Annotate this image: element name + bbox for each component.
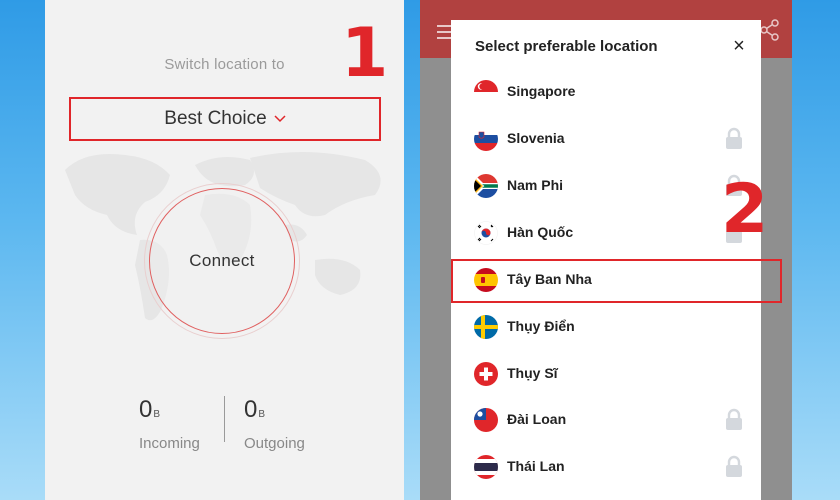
location-item-nam-phi[interactable]: Nam Phi (451, 166, 761, 206)
location-item-tay-ban-nha[interactable]: Tây Ban Nha (451, 260, 761, 300)
location-name: Slovenia (507, 130, 565, 146)
location-name: Thái Lan (507, 458, 565, 474)
spain-flag-icon (474, 268, 498, 292)
menu-icon[interactable] (437, 25, 451, 43)
location-item-thai-lan[interactable]: Thái Lan (451, 447, 761, 487)
step-marker-1: 1 (341, 14, 389, 93)
incoming-unit: B (153, 409, 161, 420)
vpn-home-screen: Switch location to Best Choice 1 Connect… (45, 0, 404, 500)
outgoing-value: 0 (244, 396, 258, 423)
location-name: Tây Ban Nha (507, 271, 592, 287)
dialog-title: Select preferable location (475, 38, 658, 55)
location-name: Nam Phi (507, 177, 564, 193)
connect-button[interactable]: Connect (144, 183, 300, 339)
lock-icon (726, 127, 742, 149)
singapore-flag-icon (474, 80, 498, 104)
outgoing-stat: 0B Outgoing (244, 396, 305, 452)
location-name: Singapore (507, 83, 576, 99)
location-picker-screen: Select preferable location × Singapore S… (420, 0, 792, 500)
slovenia-flag-icon (474, 127, 498, 151)
location-dialog: Select preferable location × Singapore S… (451, 20, 761, 500)
location-name: Thụy Sĩ (507, 365, 558, 381)
location-name: Hàn Quốc (507, 224, 574, 240)
chevron-down-icon (274, 115, 286, 123)
switzerland-flag-icon (474, 362, 498, 386)
outgoing-unit: B (258, 409, 266, 420)
location-name: Đài Loan (507, 411, 567, 427)
close-icon[interactable]: × (729, 36, 749, 56)
connect-label: Connect (189, 251, 255, 270)
step-marker-2: 2 (721, 170, 769, 249)
south-africa-flag-icon (474, 174, 498, 198)
outgoing-label: Outgoing (244, 435, 305, 452)
location-item-thuy-si[interactable]: Thụy Sĩ (451, 354, 761, 394)
location-selector-value: Best Choice (164, 108, 267, 129)
location-item-singapore[interactable]: Singapore (451, 72, 761, 112)
thailand-flag-icon (474, 455, 498, 479)
incoming-stat: 0B Incoming (139, 396, 200, 452)
location-name: Thụy Điển (507, 318, 575, 334)
stat-divider (224, 396, 225, 442)
location-selector[interactable]: Best Choice (69, 97, 381, 141)
incoming-label: Incoming (139, 435, 200, 452)
taiwan-flag-icon (474, 408, 498, 432)
sweden-flag-icon (474, 315, 498, 339)
location-item-thuy-dien[interactable]: Thụy Điển (451, 307, 761, 347)
location-item-dai-loan[interactable]: Đài Loan (451, 400, 761, 440)
lock-icon (726, 455, 742, 477)
share-icon[interactable] (760, 19, 780, 41)
outgoing-value-line: 0B (244, 396, 305, 429)
incoming-value: 0 (139, 396, 153, 423)
location-item-han-quoc[interactable]: Hàn Quốc (451, 213, 761, 253)
south-korea-flag-icon (474, 221, 498, 245)
lock-icon (726, 408, 742, 430)
location-item-slovenia[interactable]: Slovenia (451, 119, 761, 159)
incoming-value-line: 0B (139, 396, 200, 429)
